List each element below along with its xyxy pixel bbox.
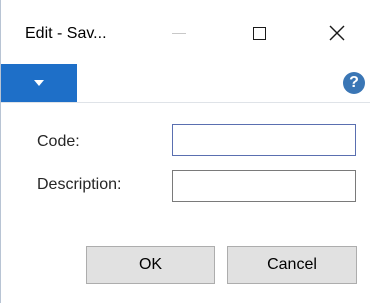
window-title: Edit - Sav... [25,25,107,42]
close-button[interactable] [309,10,365,56]
ribbon-toggle-button[interactable] [1,64,77,102]
edit-dialog: Edit - Sav... ? Code: Description: OK Ca… [0,0,370,303]
code-input[interactable] [172,124,356,156]
minimize-button[interactable] [151,10,207,56]
description-input[interactable] [172,170,356,202]
caret-down-icon [34,80,44,86]
close-icon [329,25,345,41]
title-bar[interactable]: Edit - Sav... [1,0,370,64]
maximize-button[interactable] [231,10,287,56]
maximize-icon [252,26,266,40]
help-icon[interactable]: ? [343,72,365,94]
ribbon-bar: ? [1,64,370,102]
ribbon-divider [1,102,370,103]
code-label: Code: [37,133,80,150]
minimize-icon [172,32,186,34]
description-label: Description: [37,176,122,193]
ok-button[interactable]: OK [86,246,215,284]
cancel-button[interactable]: Cancel [227,246,357,284]
